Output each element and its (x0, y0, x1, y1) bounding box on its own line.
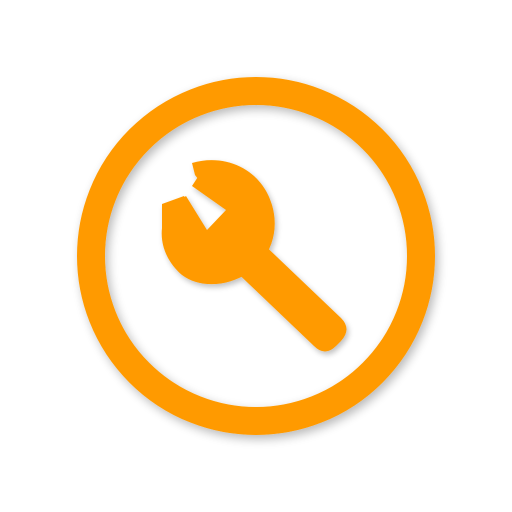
app-icon (0, 0, 512, 512)
icon-canvas (0, 0, 512, 512)
wrench-app-icon-graphic (77, 77, 435, 435)
wrench-icon (161, 160, 347, 352)
